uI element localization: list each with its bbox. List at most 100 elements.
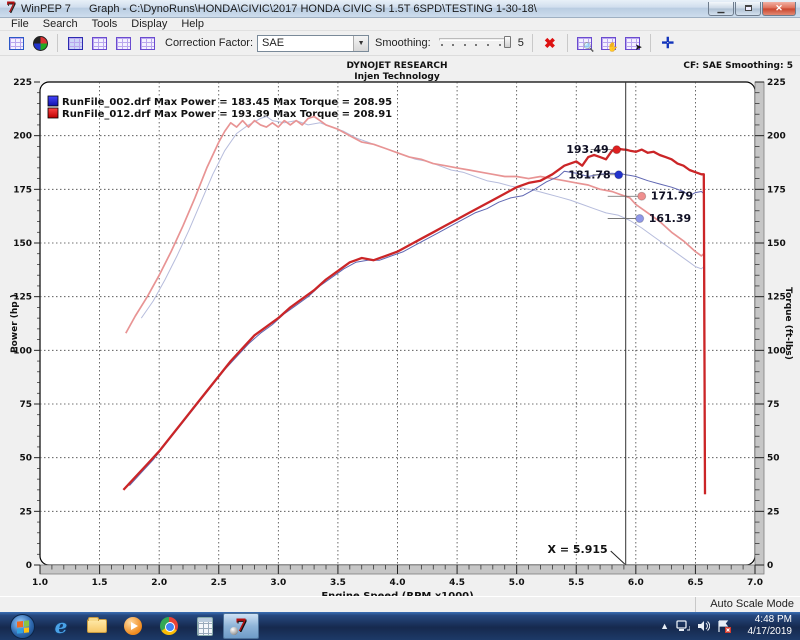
chevron-down-icon[interactable]: ▼	[353, 36, 368, 51]
smoothing-slider-handle[interactable]	[504, 36, 511, 48]
svg-text:6.5: 6.5	[687, 578, 703, 588]
media-player-icon[interactable]	[115, 613, 151, 639]
chart-canvas[interactable]: DYNOJET RESEARCHInjen Technology CF: SAE …	[0, 56, 800, 601]
window-title: Graph - C:\DynoRuns\HONDA\CIVIC\2017 HON…	[89, 3, 537, 15]
svg-text:5.5: 5.5	[568, 578, 584, 588]
app-name: WinPEP 7	[21, 3, 71, 15]
smoothing-value: 5	[518, 37, 524, 49]
svg-text:1.0: 1.0	[32, 578, 48, 588]
svg-text:50: 50	[19, 454, 32, 464]
graph-overlay-icon[interactable]	[88, 33, 110, 54]
pan-graph-icon[interactable]: ✋	[598, 33, 620, 54]
svg-text:2.5: 2.5	[211, 578, 227, 588]
legend-label: RunFile_002.drf Max Power = 183.45 Max T…	[62, 97, 392, 108]
smoothing-slider[interactable]	[439, 36, 511, 50]
cursor-x-label: X = 5.915	[548, 543, 608, 556]
svg-text:5.0: 5.0	[509, 578, 525, 588]
left-axis-title: Power (hp )	[10, 294, 20, 353]
svg-text:4.5: 4.5	[449, 578, 465, 588]
dyno-chart[interactable]: DYNOJET RESEARCHInjen Technology CF: SAE …	[0, 56, 800, 596]
title-bar[interactable]: 7 WinPEP 7 Graph - C:\DynoRuns\HONDA\CIV…	[0, 0, 800, 18]
menu-file[interactable]: File	[4, 18, 36, 31]
chart-title: DYNOJET RESEARCH	[346, 61, 447, 71]
cursor-marker-value: 171.79	[651, 190, 693, 203]
system-tray: ▲ 4:48 PM 4/17/2019	[660, 614, 800, 638]
correction-factor-value: SAE	[262, 37, 284, 49]
svg-text:200: 200	[767, 132, 786, 142]
legend-swatch	[48, 108, 58, 118]
svg-text:2.0: 2.0	[151, 578, 167, 588]
winpep-window: 7 WinPEP 7 Graph - C:\DynoRuns\HONDA\CIV…	[0, 0, 800, 640]
crosshair-icon[interactable]: ✛	[657, 33, 679, 54]
calculator-icon[interactable]	[187, 613, 223, 639]
minimize-button[interactable]: ▁	[708, 2, 734, 16]
correction-factor-select[interactable]: SAE ▼	[257, 35, 369, 52]
menu-tools[interactable]: Tools	[85, 18, 125, 31]
speaker-icon[interactable]	[697, 620, 710, 632]
windows-taskbar: e 7 ▲ 4:48 PM 4/17/2019	[0, 612, 800, 640]
svg-text:200: 200	[13, 132, 32, 142]
clock-date: 4/17/2019	[748, 626, 793, 637]
svg-text:6.0: 6.0	[628, 578, 644, 588]
chart-subtitle: Injen Technology	[354, 72, 440, 82]
legend-label: RunFile_012.drf Max Power = 193.89 Max T…	[62, 109, 392, 120]
svg-text:3.0: 3.0	[270, 578, 286, 588]
internet-explorer-icon[interactable]: e	[43, 613, 79, 639]
svg-text:50: 50	[767, 454, 780, 464]
svg-text:0: 0	[26, 561, 32, 571]
svg-text:1.5: 1.5	[92, 578, 108, 588]
x-scale-bar[interactable]	[40, 565, 764, 574]
menu-display[interactable]: Display	[124, 18, 174, 31]
svg-text:25: 25	[767, 507, 780, 517]
close-button[interactable]: ✕	[762, 2, 796, 16]
cursor-marker-dot	[636, 215, 644, 223]
chrome-icon[interactable]	[151, 613, 187, 639]
svg-text:225: 225	[767, 78, 786, 88]
svg-text:3.5: 3.5	[330, 578, 346, 588]
chart-cf-smoothing: CF: SAE Smoothing: 5	[683, 61, 793, 71]
svg-text:7.0: 7.0	[747, 578, 763, 588]
winpep7-taskbar-icon[interactable]: 7	[223, 613, 259, 639]
toolbar: Correction Factor: SAE ▼ Smoothing: 5 ✖ …	[0, 31, 800, 56]
winpep-app-icon: 7	[4, 2, 17, 15]
cursor-marker-dot	[638, 192, 646, 200]
graph-multi-icon[interactable]	[112, 33, 134, 54]
graph-grid-icon[interactable]	[136, 33, 158, 54]
action-center-flag-icon[interactable]	[717, 620, 731, 633]
tray-expand-icon[interactable]: ▲	[660, 621, 669, 631]
cursor-marker-value: 161.39	[649, 212, 691, 225]
taskbar-clock[interactable]: 4:48 PM 4/17/2019	[738, 614, 800, 638]
delete-graph-icon[interactable]: ✖	[539, 33, 561, 54]
color-wheel-icon[interactable]	[29, 33, 51, 54]
cursor-marker-value: 181.78	[568, 168, 610, 181]
svg-text:25: 25	[19, 507, 32, 517]
restore-button[interactable]	[735, 2, 761, 16]
zoom-graph-icon[interactable]: 🔍	[574, 33, 596, 54]
table-view-icon[interactable]	[5, 33, 27, 54]
select-graph-icon[interactable]: ➤	[622, 33, 644, 54]
svg-text:175: 175	[13, 185, 32, 195]
svg-text:125: 125	[767, 293, 786, 303]
correction-factor-label: Correction Factor:	[165, 37, 253, 49]
smoothing-label: Smoothing:	[375, 37, 431, 49]
cursor-marker-value: 193.49	[566, 143, 608, 156]
svg-text:150: 150	[767, 239, 786, 249]
svg-text:75: 75	[767, 400, 780, 410]
torque-scale-bar[interactable]	[755, 82, 764, 565]
svg-text:75: 75	[19, 400, 32, 410]
network-icon[interactable]	[676, 620, 690, 632]
svg-text:150: 150	[13, 239, 32, 249]
start-button[interactable]	[10, 614, 35, 639]
menu-search[interactable]: Search	[36, 18, 85, 31]
windows-explorer-icon[interactable]	[79, 613, 115, 639]
menu-help[interactable]: Help	[174, 18, 211, 31]
cursor-marker-dot	[615, 171, 623, 179]
clock-time: 4:48 PM	[755, 614, 792, 625]
cursor-marker-dot	[613, 146, 621, 154]
x-axis-title: Engine Speed (RPM x1000)	[321, 591, 473, 596]
svg-text:175: 175	[767, 185, 786, 195]
svg-text:225: 225	[13, 78, 32, 88]
graph-bold-icon[interactable]	[64, 33, 86, 54]
right-axis-title: Torque (ft-lbs)	[783, 287, 793, 360]
svg-text:100: 100	[767, 346, 786, 356]
